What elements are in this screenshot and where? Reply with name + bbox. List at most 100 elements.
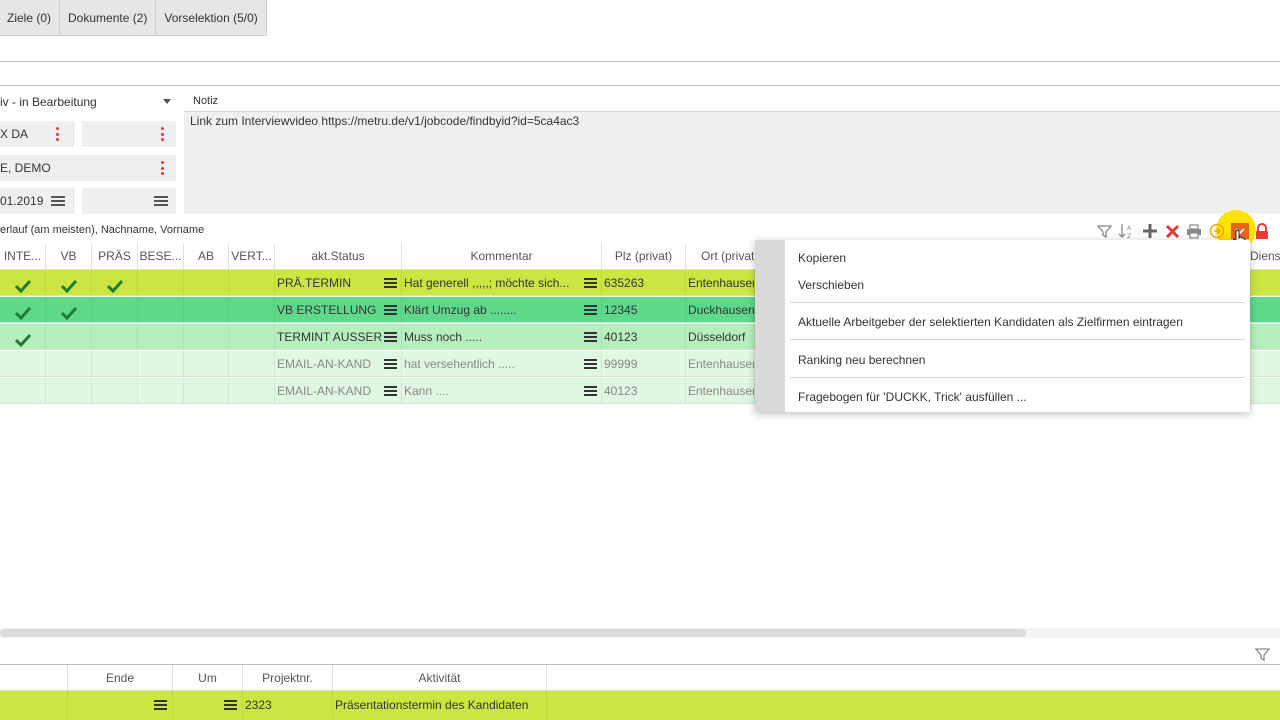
ort-cell: Entenhausen [686,270,755,296]
plz-cell: 12345 [602,297,686,323]
add-icon[interactable] [1141,222,1159,240]
menu-icon[interactable] [384,332,397,342]
menu-icon[interactable] [51,196,65,206]
menu-icon[interactable] [584,332,597,342]
kommentar-cell: Muss noch ..... [402,324,602,350]
column-header[interactable]: Kommentar [402,243,602,270]
table-cell [229,297,275,323]
field-a2[interactable] [82,121,176,147]
column-header[interactable]: Ende [68,665,173,692]
menu-icon[interactable] [154,700,167,710]
table-cell [138,270,184,296]
menu-separator [790,377,1245,378]
column-header[interactable]: Dienst [1250,243,1280,270]
table-cell [229,378,275,404]
ort-cell: Duckhausen [686,297,755,323]
status-cell: TERMINT AUSSER [275,324,402,350]
column-header[interactable]: Projektnr. [243,665,333,692]
column-header[interactable]: akt.Status [275,243,402,270]
field-b[interactable]: E, DEMO [0,155,176,181]
table-cell [138,297,184,323]
notiz-label: Notiz [193,95,219,107]
column-header [0,665,68,692]
tab-vorselektion[interactable]: Vorselektion (5/0) [156,0,267,36]
menu-icon[interactable] [584,359,597,369]
tab-bar: Ziele (0) Dokumente (2) Vorselektion (5/… [0,0,267,36]
menu-separator [790,339,1245,340]
column-header[interactable]: Aktivität [333,665,547,692]
more-vertical-icon[interactable] [160,127,164,141]
forward-icon[interactable] [1208,222,1226,240]
column-header[interactable]: BESE... [138,243,184,270]
column-header[interactable]: Ort (privat) [686,243,756,270]
menu-item-verschieben[interactable]: Verschieben [798,278,864,292]
column-header[interactable]: VB [46,243,92,270]
plz-cell: 99999 [602,351,686,377]
table-cell [46,297,92,323]
menu-item-zielfirmen-eintragen[interactable]: Aktuelle Arbeitgeber der selektierten Ka… [798,315,1183,329]
field-a[interactable]: X DA [0,121,75,147]
plz-cell: 40123 [602,378,686,404]
table-cell [229,351,275,377]
menu-icon[interactable] [384,278,397,288]
date-field[interactable]: 01.2019 [0,188,75,214]
delete-icon[interactable] [1163,222,1181,240]
date-field-2[interactable] [82,188,176,214]
kommentar-cell: hat versehentlich ..... [402,351,602,377]
filter-icon[interactable] [1096,222,1112,240]
kommentar-cell: Hat generell ,,,,,; möchte sich... [402,270,602,296]
checkmark-icon [14,303,32,321]
sort-icon[interactable]: AZ [1118,222,1136,240]
print-icon[interactable] [1185,222,1203,240]
menu-item-ranking-berechnen[interactable]: Ranking neu berechnen [798,353,925,367]
menu-icon[interactable] [384,359,397,369]
status-text: PRÄ.TERMIN [277,276,352,290]
activity-grid-header: Ende Um Projektnr. Aktivität [0,664,1280,692]
filter-icon[interactable] [1254,645,1270,663]
menu-item-kopieren[interactable]: Kopieren [798,251,846,265]
context-menu: Kopieren Verschieben Aktuelle Arbeitgebe… [755,240,1250,412]
status-cell: EMAIL-AN-KAND [275,351,402,377]
menu-item-fragebogen[interactable]: Fragebogen für 'DUCKK, Trick' ausfüllen … [798,390,1027,404]
context-menu-gutter [755,240,785,412]
ort-cell: Entenhausen [686,378,755,404]
menu-icon[interactable] [154,196,168,206]
aktivitaet-cell: Präsentationstermin des Kandidaten [333,691,547,720]
status-cell: EMAIL-AN-KAND [275,378,402,404]
projektnr-cell: 2323 [243,691,333,720]
column-header[interactable]: Plz (privat) [602,243,686,270]
activity-row[interactable]: 2323 Präsentationstermin des Kandidaten [0,691,1280,720]
status-select[interactable]: iv - in Bearbeitung [0,89,176,115]
checkmark-icon [60,303,78,321]
svg-text:Z: Z [1127,233,1131,239]
column-header[interactable]: Um [173,665,243,692]
column-header[interactable]: PRÄS [92,243,138,270]
column-header[interactable]: INTE... [0,243,46,270]
more-vertical-icon[interactable] [160,161,164,175]
menu-icon[interactable] [584,305,597,315]
table-cell [184,351,229,377]
kommentar-cell: Kann .... [402,378,602,404]
checkmark-icon [60,276,78,294]
kommentar-cell: Klärt Umzug ab ........ [402,297,602,323]
column-header[interactable]: AB [184,243,229,270]
table-cell [46,270,92,296]
more-vertical-icon[interactable] [55,127,59,141]
divider [0,85,1280,86]
kommentar-text: Hat generell ,,,,,; möchte sich... [404,276,570,290]
column-header[interactable]: VERT... [229,243,275,270]
tab-ziele[interactable]: Ziele (0) [0,0,61,36]
scrollbar-thumb[interactable] [0,629,1026,637]
sort-order-label: erlauf (am meisten), Nachname, Vorname [0,224,205,236]
tab-dokumente[interactable]: Dokumente (2) [60,0,157,36]
menu-icon[interactable] [224,700,237,710]
table-cell [184,324,229,350]
lock-icon[interactable] [1253,222,1271,240]
menu-separator [790,302,1245,303]
menu-icon[interactable] [584,386,597,396]
ort-cell: Düsseldorf [686,324,755,350]
menu-icon[interactable] [384,386,397,396]
menu-icon[interactable] [384,305,397,315]
menu-icon[interactable] [584,278,597,288]
table-cell [0,324,46,350]
